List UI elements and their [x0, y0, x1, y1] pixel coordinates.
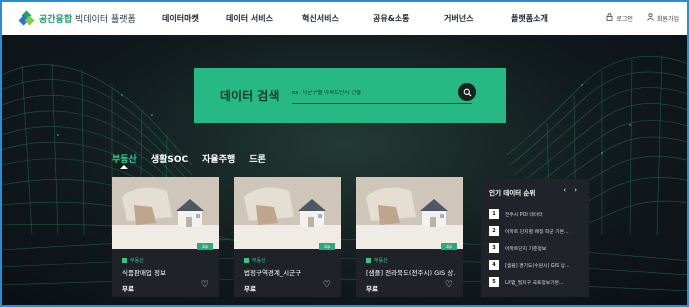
item-label: 전주시 POI 데이터: [505, 212, 543, 218]
tab-living-soc[interactable]: 생활SOC: [151, 152, 188, 165]
user-links: 로그인 회원가입: [592, 13, 679, 23]
building-icon: [244, 258, 249, 263]
list-item[interactable]: 3 아파트단지 기준정보: [489, 241, 583, 255]
search-input[interactable]: [292, 89, 452, 96]
logo-main-text: 공간융합: [39, 15, 73, 25]
card-category-label: 부동산: [130, 258, 144, 264]
list-item[interactable]: 5 LX맵_필지구 국토정보기본...: [489, 275, 583, 289]
tab-drone[interactable]: 드론: [249, 152, 266, 165]
popular-title: 인기 데이터 순위: [489, 189, 536, 197]
file-type-badge: zip: [197, 243, 213, 250]
person-icon: [647, 13, 654, 23]
item-label: LX맵_필지구 국토정보기본...: [505, 280, 564, 286]
rank-number: 1: [489, 209, 499, 219]
top-navigation-bar: 공간융합 빅데이터 플랫폼 데이터마켓 데이터 서비스 혁신서비스 공유&소통 …: [2, 2, 687, 35]
heart-icon[interactable]: ♡: [201, 280, 209, 290]
platform-logo[interactable]: 공간융합 빅데이터 플랫폼: [18, 10, 140, 26]
card-title: [샘플] 전라북도(전주시) GIS 상...: [366, 269, 456, 277]
search-title: 데이터 검색: [220, 89, 280, 103]
logo-sub-text: 빅데이터 플랫폼: [72, 15, 136, 25]
card-price: 무료: [366, 285, 378, 293]
nav-item-share-communication[interactable]: 공유&소통: [373, 13, 444, 24]
login-label: 로그인: [616, 15, 633, 23]
search-field: [292, 82, 472, 104]
main-nav: 데이터마켓 데이터 서비스 혁신서비스 공유&소통 거버넌스 플랫폼소개: [162, 13, 571, 24]
tab-real-estate[interactable]: 부동산: [112, 152, 137, 169]
card-image: [112, 177, 219, 249]
card-image: [356, 177, 463, 249]
building-icon: [366, 258, 371, 263]
item-label: [샘플] 경기도(수원시) GIS 상...: [505, 263, 570, 269]
nav-item-innovation-service[interactable]: 혁신서비스: [302, 13, 373, 24]
popular-pager: ‹ ›: [555, 186, 577, 194]
card-price: 무료: [244, 285, 256, 293]
card-title: 식품판매업 정보: [122, 269, 166, 277]
list-item[interactable]: 1 전주시 POI 데이터: [489, 207, 583, 221]
card-image: [234, 177, 341, 249]
signup-label: 회원가입: [656, 15, 679, 23]
search-icon: [463, 88, 471, 96]
file-type-badge: zip: [441, 243, 457, 250]
card-category: 부동산: [244, 257, 266, 264]
rank-number: 5: [489, 277, 499, 287]
logo-icon: [18, 10, 35, 26]
data-card[interactable]: zip 부동산 법정구역경계_시군구 무료 ♡: [234, 177, 341, 297]
nav-item-data-service[interactable]: 데이터 서비스: [226, 13, 302, 24]
file-type-badge: zip: [319, 243, 335, 250]
rank-number: 4: [489, 260, 499, 270]
list-item[interactable]: 2 아파트 단지별 배정 학군 기본...: [489, 224, 583, 238]
search-button[interactable]: [458, 83, 476, 101]
tab-autonomous-driving[interactable]: 자율주행: [202, 152, 235, 165]
rank-number: 2: [489, 226, 499, 236]
card-title: 법정구역경계_시군구: [244, 269, 302, 277]
heart-icon[interactable]: ♡: [445, 280, 453, 290]
nav-item-data-market[interactable]: 데이터마켓: [162, 13, 226, 24]
card-category-label: 부동산: [252, 258, 266, 264]
signup-link[interactable]: 회원가입: [647, 13, 679, 23]
category-tabs: 부동산 생활SOC 자율주행 드론: [112, 152, 280, 169]
card-category-label: 부동산: [374, 258, 388, 264]
data-card[interactable]: zip 부동산 식품판매업 정보 무료 ♡: [112, 177, 219, 297]
popular-list: 1 전주시 POI 데이터 2 아파트 단지별 배정 학군 기본... 3 아파…: [489, 207, 583, 292]
card-category: 부동산: [366, 257, 388, 264]
rank-number: 3: [489, 243, 499, 253]
data-card[interactable]: zip 부동산 [샘플] 전라북도(전주시) GIS 상... 무료 ♡: [356, 177, 463, 297]
data-search-panel: 데이터 검색: [194, 68, 506, 123]
card-category: 부동산: [122, 257, 144, 264]
popular-data-panel: 인기 데이터 순위 ‹ › 1 전주시 POI 데이터 2 아파트 단지별 배정…: [481, 179, 589, 297]
lock-icon: [606, 13, 613, 23]
item-label: 아파트단지 기준정보: [505, 246, 547, 252]
list-item[interactable]: 4 [샘플] 경기도(수원시) GIS 상...: [489, 258, 583, 272]
item-label: 아파트 단지별 배정 학군 기본...: [505, 229, 569, 235]
nav-item-platform-intro[interactable]: 플랫폼소개: [511, 13, 571, 24]
chevron-left-icon[interactable]: ‹: [563, 186, 566, 194]
card-price: 무료: [122, 285, 134, 293]
logo-text: 공간융합 빅데이터 플랫폼: [39, 12, 136, 25]
heart-icon[interactable]: ♡: [323, 280, 331, 290]
nav-item-governance[interactable]: 거버넌스: [444, 13, 511, 24]
app-frame: 공간융합 빅데이터 플랫폼 데이터마켓 데이터 서비스 혁신서비스 공유&소통 …: [0, 0, 689, 307]
building-icon: [122, 258, 127, 263]
chevron-right-icon[interactable]: ›: [574, 186, 577, 194]
login-link[interactable]: 로그인: [606, 13, 633, 23]
